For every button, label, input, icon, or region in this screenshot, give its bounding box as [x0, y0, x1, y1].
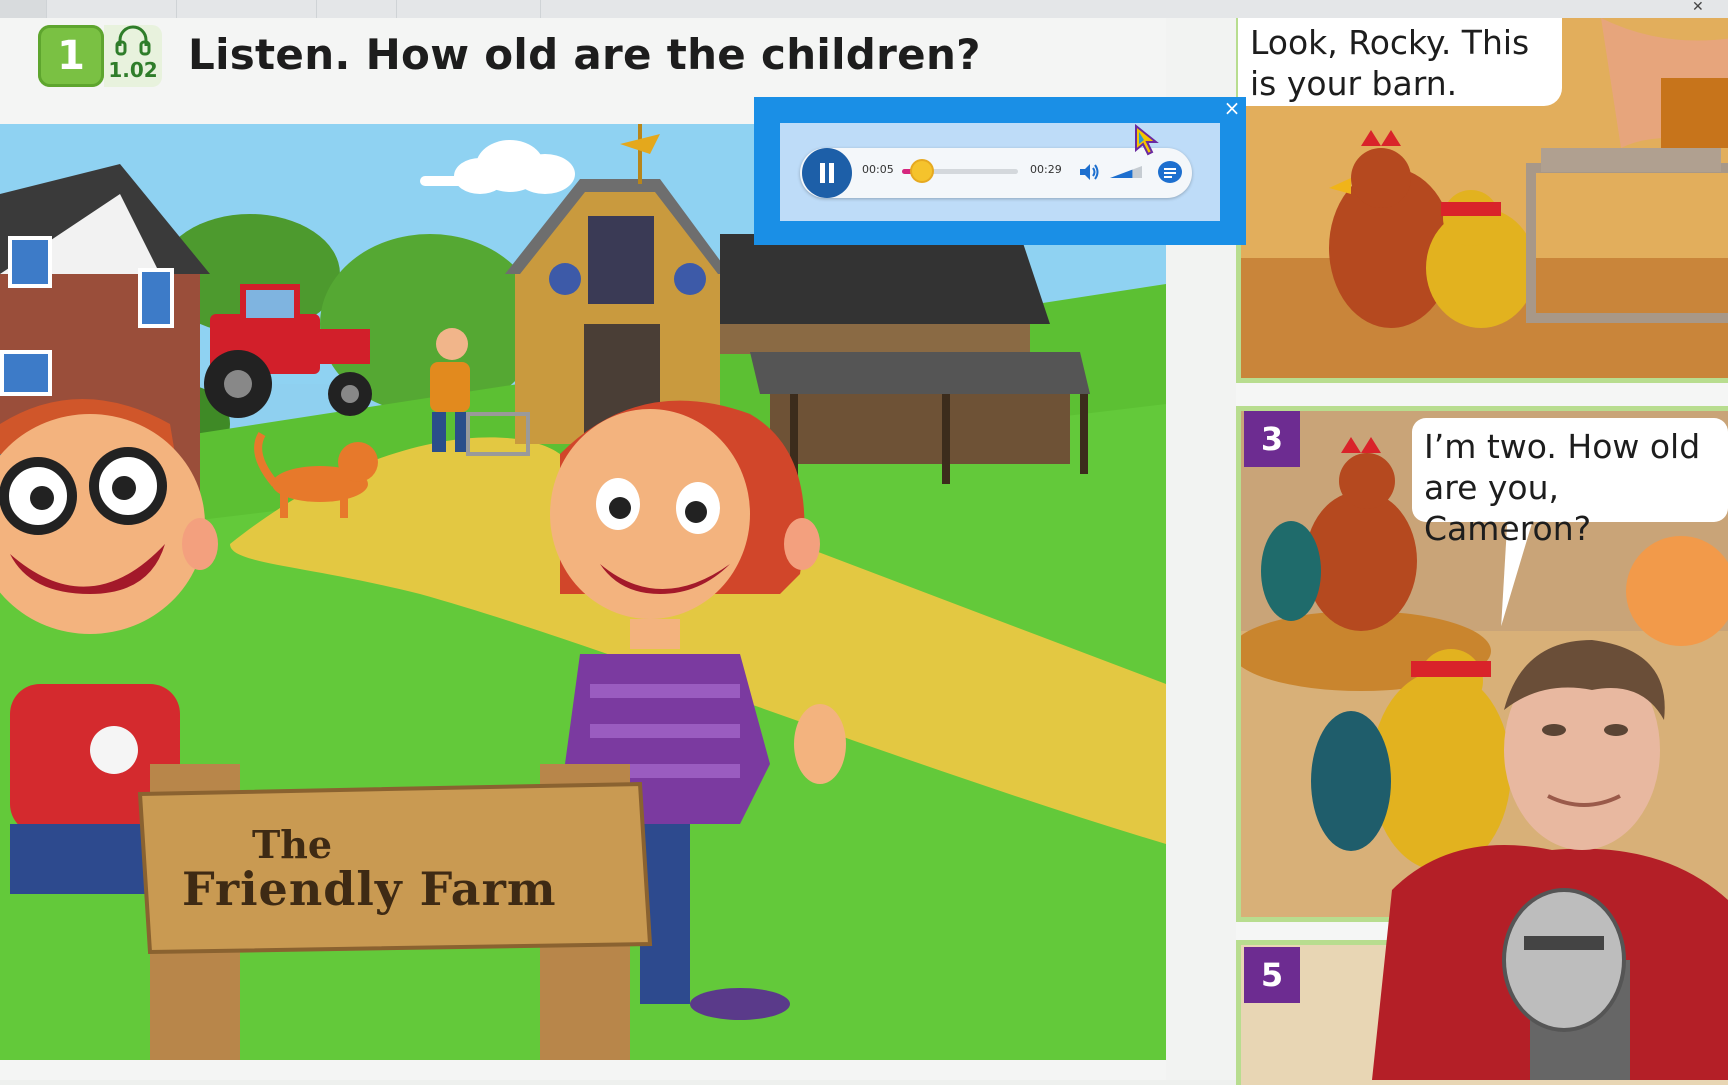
volume-slider[interactable] — [1110, 166, 1142, 178]
presenter-webcam — [1372, 600, 1728, 1080]
speech-bubble-mid: I’m two. How old are you, Cameron? — [1412, 418, 1728, 548]
volume-icon[interactable] — [1078, 162, 1100, 182]
window-close-icon[interactable]: ✕ — [1692, 0, 1704, 14]
speech-bubble-top: Look, Rocky. This is your barn. — [1238, 18, 1562, 106]
window-tab[interactable] — [396, 0, 541, 18]
sign-line-2: Friendly Farm — [182, 862, 557, 916]
pause-button[interactable] — [802, 148, 852, 198]
audio-track-number: 1.02 — [108, 58, 158, 82]
headphones-icon[interactable] — [114, 24, 152, 56]
sign-line-1: The — [252, 822, 333, 867]
speech-bubble-line: are you, Cameron? — [1424, 468, 1592, 548]
panel-number-badge: 3 — [1244, 411, 1300, 467]
farm-illustration — [0, 124, 1166, 1060]
seek-thumb[interactable] — [911, 161, 932, 181]
speech-bubble-line: Look, Rocky. This — [1250, 23, 1530, 62]
transcript-icon[interactable] — [1158, 161, 1182, 183]
panel-number-badge: 5 — [1244, 947, 1300, 1003]
speech-bubble-line: I’m two. How old — [1424, 427, 1701, 466]
exercise-title: Listen. How old are the children? — [188, 30, 981, 79]
window-tab-strip: ✕ — [0, 0, 1728, 18]
exercise-number-badge: 1 — [38, 25, 104, 87]
seek-slider[interactable] — [902, 161, 1018, 181]
window-tab[interactable] — [316, 0, 397, 18]
window-tab[interactable] — [46, 0, 177, 18]
speech-bubble-line: is your barn. — [1250, 64, 1458, 103]
total-time: 00:29 — [1030, 163, 1062, 176]
current-time: 00:05 — [862, 163, 894, 176]
window-tab[interactable] — [0, 0, 47, 18]
mouse-cursor-icon — [1135, 124, 1159, 156]
window-tab[interactable] — [176, 0, 317, 18]
close-icon[interactable]: × — [1222, 98, 1242, 118]
